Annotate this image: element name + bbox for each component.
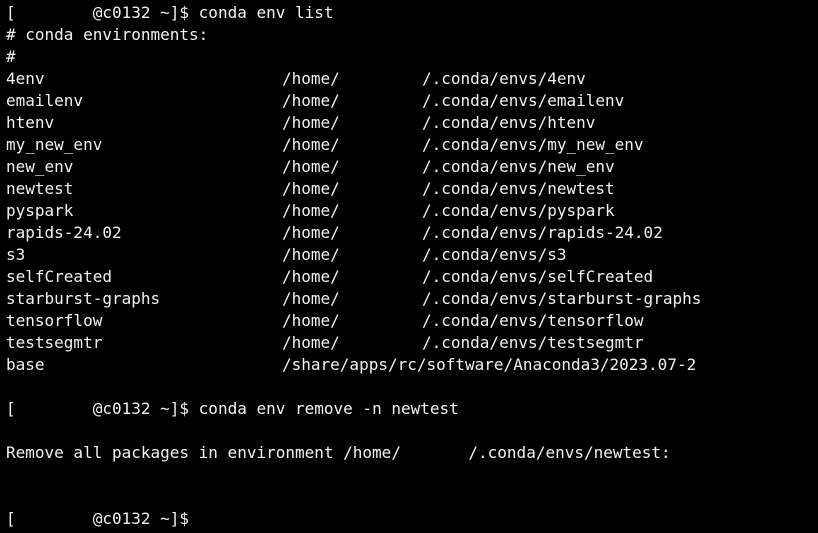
env-home: /home/ [282, 245, 340, 264]
env-path: /.conda/envs/emailenv [422, 91, 625, 110]
env-row: testsegmtr/home/ /.conda/envs/testsegmtr [6, 332, 818, 354]
env-home: /home/ [282, 201, 340, 220]
env-home: /home/ [282, 333, 340, 352]
env-path: /.conda/envs/selfCreated [422, 267, 654, 286]
env-name: new_env [6, 157, 74, 176]
env-path: /.conda/envs/my_new_env [422, 135, 644, 154]
env-row: 4env/home/ /.conda/envs/4env [6, 68, 818, 90]
prompt-host: @c0132 ~]$ [92, 3, 190, 22]
env-path: /.conda/envs/tensorflow [422, 311, 644, 330]
terminal-window[interactable]: [ @c0132 ~]$ conda env list # conda envi… [0, 0, 818, 533]
env-row-base: base/share/apps/rc/software/Anaconda3/20… [6, 354, 818, 376]
env-row: pyspark/home/ /.conda/envs/pyspark [6, 200, 818, 222]
prompt-bracket: [ [6, 399, 16, 418]
env-home: /home/ [282, 179, 340, 198]
env-home: /home/ [282, 113, 340, 132]
env-name: pyspark [6, 201, 74, 220]
remove-message-prefix: Remove all packages in environment /home… [6, 443, 401, 462]
env-path: /.conda/envs/pyspark [422, 201, 615, 220]
env-path: /.conda/envs/new_env [422, 157, 615, 176]
env-path: /.conda/envs/newtest [422, 179, 615, 198]
env-name: my_new_env [6, 135, 103, 154]
prompt-bracket: [ [6, 3, 16, 22]
env-path: /.conda/envs/testsegmtr [422, 333, 644, 352]
prompt-host: @c0132 ~]$ [92, 399, 190, 418]
env-row: newtest/home/ /.conda/envs/newtest [6, 178, 818, 200]
command-text: conda env remove -n newtest [198, 399, 459, 418]
command-text: conda env list [198, 3, 334, 22]
prompt-host: @c0132 ~]$ [92, 509, 190, 528]
output-hash: # [6, 47, 16, 66]
env-name: tensorflow [6, 311, 103, 330]
env-path: /.conda/envs/htenv [422, 113, 596, 132]
output-comment: # conda environments: [6, 25, 209, 44]
env-row: my_new_env/home/ /.conda/envs/my_new_env [6, 134, 818, 156]
prompt-line: [ @c0132 ~]$ conda env list [6, 2, 818, 24]
env-row: rapids-24.02/home/ /.conda/envs/rapids-24… [6, 222, 818, 244]
env-name: rapids-24.02 [6, 223, 122, 242]
env-home: /home/ [282, 311, 340, 330]
env-name: 4env [6, 69, 45, 88]
remove-message: Remove all packages in environment /home… [6, 442, 818, 464]
env-name: emailenv [6, 91, 84, 110]
env-row: starburst-graphs/home/ /.conda/envs/starb… [6, 288, 818, 310]
env-row: emailenv/home/ /.conda/envs/emailenv [6, 90, 818, 112]
env-row: new_env/home/ /.conda/envs/new_env [6, 156, 818, 178]
env-row: tensorflow/home/ /.conda/envs/tensorflow [6, 310, 818, 332]
env-row: s3/home/ /.conda/envs/s3 [6, 244, 818, 266]
env-home: /home/ [282, 157, 340, 176]
env-home: /home/ [282, 289, 340, 308]
env-home: /home/ [282, 223, 340, 242]
env-home: /home/ [282, 267, 340, 286]
prompt-bracket: [ [6, 509, 16, 528]
env-name: base [6, 355, 45, 374]
env-home: /home/ [282, 69, 340, 88]
env-path: /.conda/envs/starburst-graphs [422, 289, 702, 308]
env-home: /home/ [282, 91, 340, 110]
prompt-line: [ @c0132 ~]$ [6, 508, 818, 530]
env-name: s3 [6, 245, 26, 264]
env-name: newtest [6, 179, 74, 198]
env-path: /.conda/envs/rapids-24.02 [422, 223, 663, 242]
remove-message-suffix: /.conda/envs/newtest: [468, 443, 671, 462]
env-row: selfCreated/home/ /.conda/envs/selfCreate… [6, 266, 818, 288]
env-path: /.conda/envs/s3 [422, 245, 567, 264]
env-name: testsegmtr [6, 333, 103, 352]
env-row: htenv/home/ /.conda/envs/htenv [6, 112, 818, 134]
env-home: /home/ [282, 135, 340, 154]
env-path: /.conda/envs/4env [422, 69, 586, 88]
env-path: /share/apps/rc/software/Anaconda3/2023.0… [282, 355, 697, 374]
env-name: starburst-graphs [6, 289, 161, 308]
env-name: selfCreated [6, 267, 112, 286]
prompt-line: [ @c0132 ~]$ conda env remove -n newtest [6, 398, 818, 420]
env-name: htenv [6, 113, 55, 132]
